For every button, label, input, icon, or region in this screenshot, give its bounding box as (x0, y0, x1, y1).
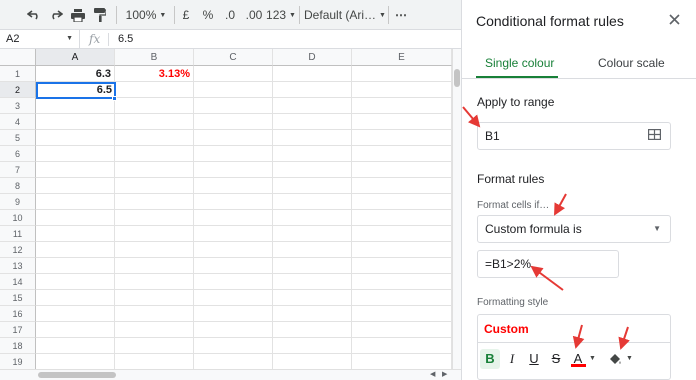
arrow-to-fill-color (618, 326, 630, 350)
arrow-to-condition (554, 193, 567, 216)
arrow-to-formula (530, 265, 564, 291)
arrow-to-range (462, 106, 481, 128)
annotation-arrows (462, 106, 630, 350)
arrow-to-text-color (572, 324, 585, 349)
